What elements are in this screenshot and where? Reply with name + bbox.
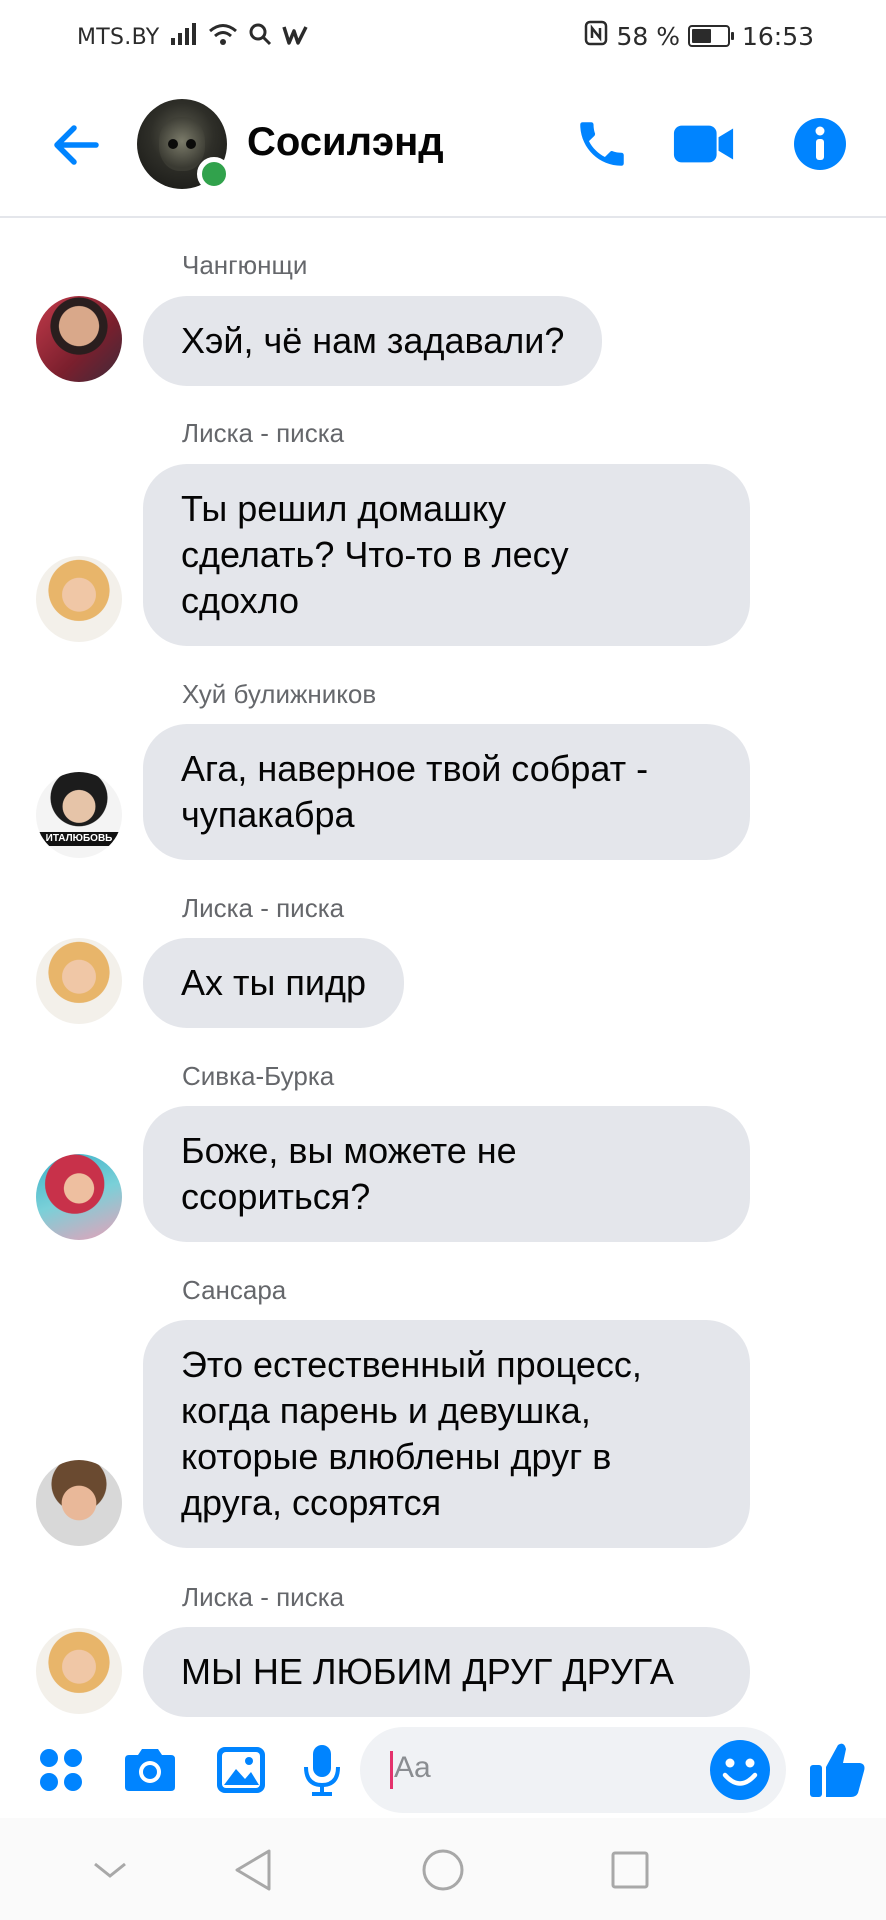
- avatar-eye: [186, 139, 196, 149]
- sender-avatar[interactable]: [36, 556, 122, 642]
- avatar-eye: [168, 139, 178, 149]
- gallery-icon: [217, 1747, 265, 1793]
- message-composer: Aa: [0, 1722, 886, 1818]
- message-bubble[interactable]: Ты решил домашку сделать? Что-то в лесу …: [143, 464, 750, 646]
- message-line: сдохло: [181, 580, 300, 621]
- sender-avatar[interactable]: ИТАЛЮБОВЬ: [36, 772, 122, 858]
- message-line: когда парень и девушка,: [181, 1390, 591, 1431]
- thumbs-up-icon: [810, 1743, 865, 1797]
- more-actions-button[interactable]: [31, 1740, 91, 1800]
- sender-name: Сансара: [182, 1275, 287, 1305]
- status-time: 16:53: [741, 21, 814, 51]
- message-line: которые влюблены друг в: [181, 1436, 612, 1477]
- nav-home-button[interactable]: [413, 1840, 473, 1900]
- wifi-icon: [208, 22, 238, 52]
- sender-name: Лиска - писка: [182, 418, 345, 448]
- voice-message-button[interactable]: [292, 1740, 352, 1800]
- message-line: МЫ НЕ ЛЮБИМ ДРУГ ДРУГА: [181, 1651, 674, 1692]
- message-bubble[interactable]: Хэй, чё нам задавали?: [143, 296, 603, 386]
- sender-name: Сивка-Бурка: [182, 1061, 335, 1091]
- message-line: друга, ссорятся: [181, 1482, 442, 1523]
- message-bubble[interactable]: Ага, наверное твой собрат - чупакабра: [143, 724, 750, 860]
- gallery-button[interactable]: [211, 1740, 271, 1800]
- message-input[interactable]: Aa: [360, 1727, 786, 1813]
- message-bubble[interactable]: Боже, вы можете не ссориться?: [143, 1106, 750, 1242]
- voice-call-button[interactable]: [570, 112, 634, 176]
- chevron-down-icon: [94, 1862, 126, 1878]
- message-line: Ага, наверное твой собрат -: [181, 748, 649, 789]
- system-nav-bar: [0, 1818, 886, 1920]
- nav-recents-button[interactable]: [600, 1840, 660, 1900]
- message-line: сделать? Что-то в лесу: [181, 534, 569, 575]
- like-button[interactable]: [806, 1736, 870, 1804]
- message-line: Ах ты пидр: [181, 962, 367, 1003]
- chat-header: Сосилэнд: [0, 72, 886, 218]
- microphone-icon: [304, 1745, 340, 1796]
- message-input-placeholder: Aa: [394, 1751, 431, 1784]
- online-status-dot: [197, 157, 231, 191]
- messenger-chat-screen: MTS.BY 58 % 16:53 Сосилэнд Чангюнщи Хэй,…: [0, 0, 886, 1920]
- emoji-button[interactable]: [708, 1738, 772, 1802]
- sender-name: Лиска - писка: [182, 1582, 345, 1612]
- avatar-face: [159, 117, 205, 171]
- status-right: 58 % 16:53: [584, 20, 814, 52]
- emoji-icon: [710, 1740, 770, 1800]
- sender-name: Хуй булижников: [182, 679, 377, 709]
- message-bubble[interactable]: Ах ты пидр: [143, 938, 405, 1028]
- message-line: Хэй, чё нам задавали?: [181, 320, 565, 361]
- battery-percent: 58 %: [616, 21, 680, 51]
- text-caret: [390, 1751, 393, 1789]
- back-arrow-icon: [54, 125, 99, 165]
- chat-title[interactable]: Сосилэнд: [247, 120, 444, 165]
- message-line: Это естественный процесс,: [181, 1344, 642, 1385]
- status-left: MTS.BY: [77, 22, 308, 52]
- camera-icon: [125, 1749, 175, 1791]
- triangle-back-icon: [235, 1849, 271, 1891]
- battery-icon: [687, 25, 734, 47]
- message-line: ссориться?: [181, 1176, 371, 1217]
- message-line: Боже, вы можете не: [181, 1130, 517, 1171]
- sender-name: Чангюнщи: [182, 250, 308, 280]
- chat-info-button[interactable]: [788, 112, 852, 176]
- video-camera-icon: [673, 125, 734, 163]
- info-icon: [794, 118, 846, 170]
- avatar-caption: ИТАЛЮБОВЬ: [36, 832, 122, 846]
- message-line: чупакабра: [181, 794, 355, 835]
- carrier-label: MTS.BY: [77, 24, 160, 50]
- message-bubble[interactable]: МЫ НЕ ЛЮБИМ ДРУГ ДРУГА: [143, 1627, 750, 1717]
- sender-name: Лиска - писка: [182, 893, 345, 923]
- back-button[interactable]: [46, 114, 108, 176]
- group-avatar[interactable]: [137, 99, 231, 191]
- message-bubble[interactable]: Это естественный процесс, когда парень и…: [143, 1320, 750, 1548]
- square-recents-icon: [611, 1851, 649, 1889]
- sender-avatar[interactable]: [36, 1460, 122, 1546]
- phone-icon: [580, 122, 624, 166]
- nav-back-button[interactable]: [223, 1840, 283, 1900]
- camera-button[interactable]: [120, 1740, 180, 1800]
- signal-icon: [170, 22, 198, 52]
- sender-avatar[interactable]: [36, 938, 122, 1024]
- nfc-icon: [584, 20, 608, 52]
- vk-w-icon: [281, 23, 308, 52]
- search-status-icon: [248, 22, 272, 52]
- video-call-button[interactable]: [672, 112, 736, 176]
- status-bar: MTS.BY 58 % 16:53: [0, 0, 886, 72]
- apps-grid-icon: [40, 1749, 82, 1791]
- battery-fill: [691, 29, 711, 43]
- sender-avatar[interactable]: [36, 1628, 122, 1714]
- circle-home-icon: [422, 1849, 464, 1891]
- sender-avatar[interactable]: [36, 296, 122, 382]
- sender-avatar[interactable]: [36, 1154, 122, 1240]
- hide-nav-button[interactable]: [80, 1840, 140, 1900]
- message-line: Ты решил домашку: [181, 488, 507, 529]
